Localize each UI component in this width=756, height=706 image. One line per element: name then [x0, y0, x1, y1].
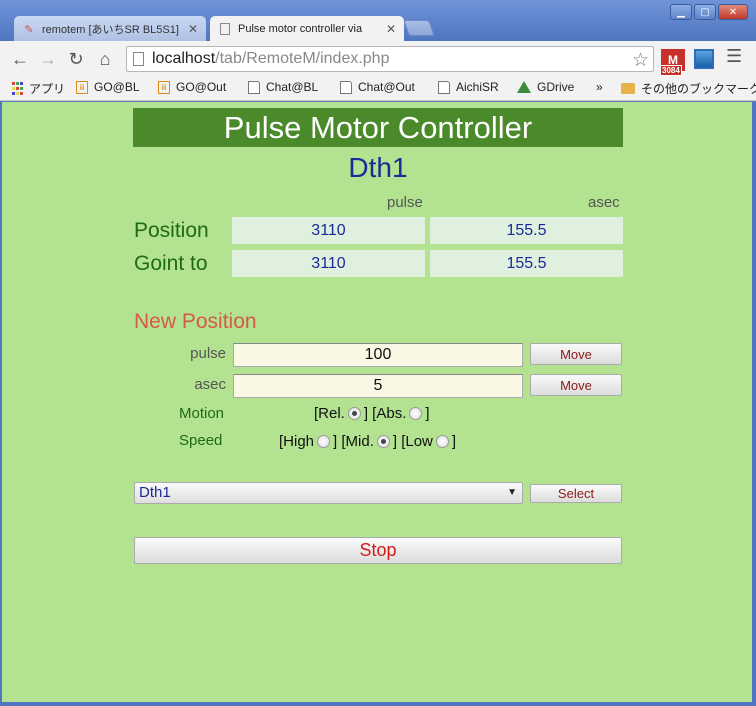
move-pulse-button[interactable]: Move	[530, 343, 622, 365]
column-header-pulse: pulse	[387, 194, 423, 211]
goingto-pulse-value: 3110	[232, 250, 425, 277]
speed-mid-label: ] [Mid.	[333, 433, 374, 450]
motion-rel-label: [Rel.	[314, 405, 345, 422]
motion-rel-radio[interactable]	[347, 407, 361, 420]
bookmark-label: AichiSR	[456, 80, 499, 94]
asec-field-label: asec	[194, 376, 226, 393]
folder-icon	[621, 83, 635, 94]
image-extension-icon[interactable]	[694, 49, 714, 69]
page-icon	[438, 80, 450, 94]
pulse-input[interactable]	[233, 343, 523, 367]
column-header-asec: asec	[588, 194, 620, 211]
device-name: Dth1	[348, 152, 408, 183]
tab-pulse-motor[interactable]: Pulse motor controller via ✕	[210, 16, 404, 42]
bookmark-go-bl[interactable]: ⅲ GO@BL	[76, 80, 140, 94]
url-path: /tab/RemoteM/index.php	[215, 50, 390, 67]
bookmark-aichisr[interactable]: AichiSR	[438, 80, 499, 94]
page-icon	[340, 80, 352, 94]
back-arrow-icon[interactable]: ←	[9, 48, 31, 70]
motion-abs-radio[interactable]	[409, 407, 423, 420]
motion-label: Motion	[179, 405, 225, 422]
url-host: localhost	[152, 50, 216, 67]
page-favicon-icon	[218, 22, 232, 36]
position-label: Position	[134, 219, 209, 242]
dropdown-arrow-icon: ▼	[507, 487, 517, 498]
position-asec-value: 155.5	[430, 217, 623, 244]
tab-remotem[interactable]: ✎ remotem [あいちSR BL5S1] ✕	[14, 16, 206, 42]
new-tab-button[interactable]	[403, 20, 435, 36]
goingto-asec-value: 155.5	[430, 250, 623, 277]
position-pulse-value: 3110	[232, 217, 425, 244]
window-border-right	[752, 102, 756, 702]
bookmark-label: GO@Out	[176, 80, 227, 94]
chevron-double-right-icon: »	[596, 80, 603, 94]
speed-high-label: [High	[279, 433, 315, 450]
pulse-field-label: pulse	[190, 345, 226, 362]
bookmark-label: GO@BL	[94, 80, 140, 94]
bar-chart-icon: ⅲ	[158, 80, 170, 94]
motion-abs-label: ] [Abs.	[363, 405, 407, 422]
close-window-button[interactable]: ✕	[718, 4, 748, 20]
stop-button[interactable]: Stop	[134, 537, 622, 564]
select-device-button[interactable]: Select	[530, 484, 622, 503]
more-bookmarks-button[interactable]: »	[596, 80, 603, 94]
speed-high-radio[interactable]	[317, 435, 331, 448]
gmail-extension-icon[interactable]: M 3084	[660, 49, 685, 76]
bookmark-label: その他のブックマーク	[641, 82, 756, 96]
google-drive-icon	[517, 81, 531, 93]
minimize-button[interactable]: ▁	[670, 4, 692, 20]
forward-arrow-icon[interactable]: →	[37, 48, 59, 70]
bar-chart-icon: ⅲ	[76, 80, 88, 94]
speed-low-label: ] [Low	[392, 433, 433, 450]
bookmark-star-icon[interactable]: ☆	[632, 49, 649, 72]
speed-label: Speed	[179, 432, 223, 449]
page-icon	[248, 80, 260, 94]
bookmark-gdrive[interactable]: GDrive	[517, 80, 574, 94]
motion-options: [Rel. ] [Abs. ]	[314, 405, 430, 422]
browser-toolbar: ← → ↻ ⌂ localhost /tab/RemoteM/index.php…	[0, 41, 756, 76]
page-content: Pulse Motor Controller Dth1 pulse asec P…	[2, 102, 752, 702]
device-select-value: Dth1	[139, 484, 171, 501]
page-icon	[133, 52, 144, 66]
tab-title: remotem [あいちSR BL5S1]	[42, 24, 179, 36]
speed-close-bracket: ]	[451, 433, 457, 450]
menu-icon[interactable]: ☰	[726, 46, 742, 67]
bookmark-apps[interactable]: アプリ	[11, 80, 65, 97]
bookmark-label: Chat@Out	[358, 80, 415, 94]
move-asec-button[interactable]: Move	[530, 374, 622, 396]
remotem-favicon-icon: ✎	[24, 23, 34, 36]
bookmark-label: GDrive	[537, 80, 575, 94]
new-position-heading: New Position	[134, 310, 257, 333]
bookmark-go-out[interactable]: ⅲ GO@Out	[158, 80, 226, 94]
asec-input[interactable]	[233, 374, 523, 398]
apps-grid-icon	[11, 82, 23, 95]
goingto-label: Goint to	[134, 252, 208, 275]
reload-icon[interactable]: ↻	[65, 48, 87, 70]
tab-title: Pulse motor controller via	[238, 23, 363, 35]
bookmark-label: アプリ	[29, 82, 66, 96]
bookmark-chat-bl[interactable]: Chat@BL	[248, 80, 318, 94]
other-bookmarks-folder[interactable]: その他のブックマーク	[621, 80, 756, 97]
bookmark-chat-out[interactable]: Chat@Out	[340, 80, 415, 94]
page-title: Pulse Motor Controller	[133, 108, 623, 147]
speed-mid-radio[interactable]	[376, 435, 390, 448]
speed-low-radio[interactable]	[435, 435, 449, 448]
device-select[interactable]: Dth1 ▼	[134, 482, 523, 504]
home-icon[interactable]: ⌂	[94, 48, 116, 70]
window-border-bottom	[0, 702, 756, 706]
close-tab-icon[interactable]: ✕	[188, 22, 198, 36]
bookmarks-bar: アプリ ⅲ GO@BL ⅲ GO@Out Chat@BL Chat@Out Ai…	[0, 76, 756, 101]
motion-close-bracket: ]	[425, 405, 430, 422]
address-bar[interactable]: localhost /tab/RemoteM/index.php ☆	[126, 46, 654, 72]
bookmark-label: Chat@BL	[266, 80, 319, 94]
close-tab-icon[interactable]: ✕	[386, 22, 396, 36]
gmail-unread-count: 3084	[660, 65, 682, 76]
maximize-button[interactable]: ▢	[694, 4, 716, 20]
browser-titlebar: ✎ remotem [あいちSR BL5S1] ✕ Pulse motor co…	[0, 0, 756, 42]
speed-options: [High ] [Mid. ] [Low ]	[279, 433, 456, 450]
